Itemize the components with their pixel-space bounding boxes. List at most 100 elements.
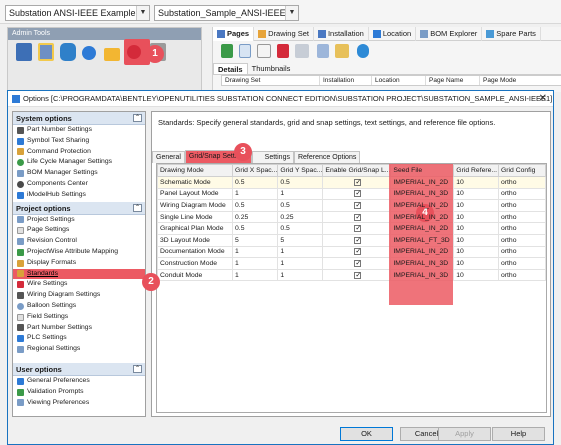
tab-installation[interactable]: Installation — [314, 26, 369, 41]
table-cell[interactable]: 1 — [277, 245, 324, 259]
table-cell[interactable]: 10 — [453, 245, 499, 259]
edit-icon[interactable] — [317, 44, 329, 58]
table-cell[interactable]: ortho — [497, 176, 546, 189]
gear-group-icon[interactable] — [82, 46, 96, 60]
enable-grid-checkbox-cell[interactable]: ✓ — [322, 245, 392, 259]
table-cell[interactable]: 10 — [453, 257, 499, 270]
tab-general[interactable]: General — [152, 151, 185, 163]
table-cell[interactable]: 3D Layout Mode — [157, 233, 234, 247]
subtab-details[interactable]: Details — [213, 63, 248, 74]
collapse-icon[interactable]: ⌃ — [133, 364, 142, 373]
table-row[interactable]: Wiring Diagram Mode 0.5 0.5 ✓ IMPERIAL_IN_2D… — [157, 199, 546, 212]
table-cell[interactable]: 1 — [232, 245, 279, 259]
checkbox-checked[interactable]: ✓ — [354, 236, 362, 244]
enable-grid-checkbox-cell[interactable]: ✓ — [322, 222, 392, 235]
table-cell[interactable]: 5 — [232, 233, 279, 247]
nav-item[interactable]: Viewing Preferences — [13, 398, 145, 409]
briefcase-icon[interactable] — [104, 48, 120, 61]
table-cell[interactable]: 10 — [453, 268, 499, 282]
checkbox-checked[interactable]: ✓ — [354, 190, 362, 198]
checkbox-checked[interactable]: ✓ — [354, 225, 362, 233]
database-icon[interactable] — [60, 43, 76, 61]
table-cell[interactable]: 1 — [232, 268, 279, 282]
nav-item[interactable]: Field Settings — [13, 312, 145, 323]
column-header[interactable]: Installation — [320, 76, 372, 85]
enable-grid-checkbox-cell[interactable]: ✓ — [322, 210, 392, 224]
help-button[interactable]: Help — [492, 427, 545, 441]
table-row[interactable]: Construction Mode 1 1 ✓ IMPERIAL_IN_3D 10 orth… — [157, 257, 546, 270]
book-icon[interactable] — [16, 43, 32, 61]
nav-item[interactable]: Part Number Settings — [13, 125, 145, 136]
table-cell[interactable]: ortho — [497, 257, 546, 270]
column-header[interactable]: Page Mode — [480, 76, 540, 85]
column-header[interactable]: Grid Refere... — [453, 164, 499, 177]
chevron-down-icon[interactable]: ▼ — [285, 6, 298, 20]
table-cell[interactable]: Graphical Plan Mode — [157, 222, 234, 235]
nav-item[interactable]: Page Settings — [13, 225, 145, 236]
table-cell[interactable]: 1 — [232, 187, 279, 201]
table-row[interactable]: Conduit Mode 1 1 ✓ IMPERIAL_IN_3D 10 ortho — [157, 268, 546, 282]
table-cell[interactable]: 10 — [453, 187, 499, 201]
nav-item[interactable]: Command Protection — [13, 147, 145, 158]
table-cell[interactable]: ortho — [497, 187, 546, 201]
checkbox-checked[interactable]: ✓ — [354, 259, 362, 267]
add-page-icon[interactable] — [221, 44, 233, 58]
list-icon[interactable] — [38, 43, 54, 61]
table-cell[interactable]: ortho — [497, 268, 546, 282]
column-header[interactable]: Page Name — [426, 76, 480, 85]
column-header[interactable]: Drawing Mode — [157, 164, 234, 177]
table-cell[interactable]: ortho — [497, 222, 546, 235]
tab-location[interactable]: Location — [369, 26, 417, 41]
table-cell[interactable]: Single Line Mode — [157, 210, 234, 224]
nav-item[interactable]: Balloon Settings — [13, 301, 145, 312]
nav-item[interactable]: ProjectWise Attribute Mapping — [13, 247, 145, 258]
nav-item[interactable]: Wire Settings — [13, 279, 145, 290]
table-cell[interactable]: 5 — [277, 233, 324, 247]
nav-item[interactable]: Components Center — [13, 179, 145, 190]
nav-item[interactable]: Part Number Settings — [13, 323, 145, 334]
table-cell[interactable]: 0.5 — [232, 222, 279, 235]
column-header[interactable]: Drawing Set — [222, 76, 320, 85]
tab-reference-options[interactable]: Reference Options — [293, 151, 361, 163]
nav-item[interactable]: Life Cycle Manager Settings — [13, 157, 145, 168]
table-cell[interactable]: 1 — [277, 268, 324, 282]
table-row[interactable]: Graphical Plan Mode 0.5 0.5 ✓ IMPERIAL_IN_2D… — [157, 222, 546, 235]
nav-item[interactable]: PLC Settings — [13, 333, 145, 344]
nav-item-standards[interactable]: Standards — [13, 268, 145, 280]
nav-item[interactable]: General Preferences — [13, 376, 145, 387]
close-icon[interactable]: ✕ — [539, 93, 547, 104]
enable-grid-checkbox-cell[interactable]: ✓ — [322, 187, 392, 201]
enable-grid-checkbox-cell[interactable]: ✓ — [322, 268, 392, 282]
renumber-icon[interactable] — [257, 44, 271, 58]
table-cell[interactable]: 0.25 — [232, 210, 279, 224]
copy-page-icon[interactable] — [239, 44, 251, 58]
table-cell[interactable]: 0.5 — [277, 199, 324, 212]
table-cell[interactable]: 10 — [453, 199, 499, 212]
collapse-icon[interactable]: ⌃ — [133, 114, 142, 122]
table-cell[interactable]: 10 — [453, 222, 499, 235]
column-header[interactable]: Grid Y Spac... — [277, 164, 324, 177]
nav-item[interactable]: Validation Prompts — [13, 387, 145, 398]
nav-item[interactable]: iModelHub Settings — [13, 190, 145, 201]
table-cell[interactable]: 1 — [232, 257, 279, 270]
table-cell[interactable]: 1 — [277, 257, 324, 270]
nav-item[interactable]: Symbol Text Sharing — [13, 136, 145, 147]
nav-item[interactable]: Wiring Diagram Settings — [13, 290, 145, 301]
project-options-header[interactable]: Project options ⌃ — [13, 201, 145, 215]
cog-icon[interactable] — [127, 45, 141, 59]
nav-item[interactable]: Regional Settings — [13, 344, 145, 355]
checkbox-checked[interactable]: ✓ — [354, 178, 362, 186]
collapse-icon[interactable]: ⌃ — [133, 203, 142, 212]
table-cell[interactable]: 0.5 — [232, 176, 279, 189]
tab-drawing-set[interactable]: Drawing Set — [254, 26, 314, 41]
properties-icon[interactable] — [295, 44, 309, 58]
enable-grid-checkbox-cell[interactable]: ✓ — [322, 176, 392, 189]
checkbox-checked[interactable]: ✓ — [354, 213, 362, 221]
table-cell[interactable]: Construction Mode — [157, 257, 234, 270]
table-cell[interactable]: ortho — [497, 210, 546, 224]
enable-grid-checkbox-cell[interactable]: ✓ — [322, 257, 392, 270]
column-header[interactable]: Location — [372, 76, 426, 85]
nav-item[interactable]: BOM Manager Settings — [13, 168, 145, 179]
apply-button[interactable]: Apply — [438, 427, 491, 441]
nav-item[interactable]: Project Settings — [13, 215, 145, 226]
